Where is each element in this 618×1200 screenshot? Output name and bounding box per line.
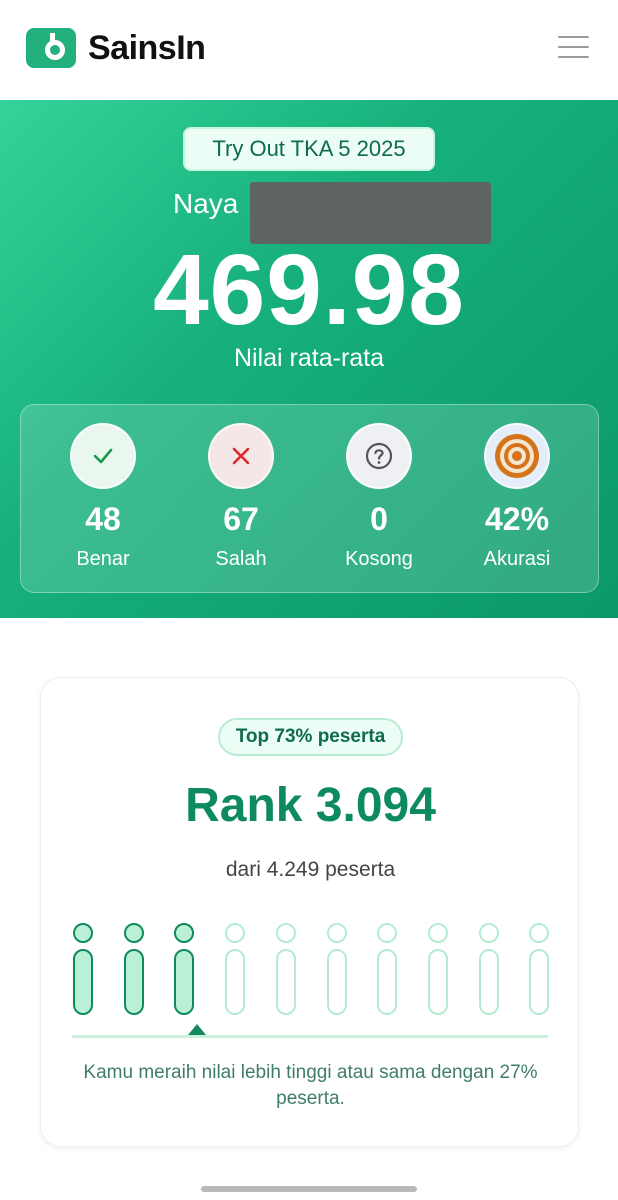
- person-icon: [224, 923, 246, 1015]
- person-icon: [427, 923, 449, 1015]
- percentile-pictogram: [41, 923, 580, 1023]
- target-icon: [484, 423, 550, 489]
- stat-accuracy: 42% Akurasi: [447, 405, 587, 571]
- answer-stats-card: 48 Benar 67 Salah 0 Kosong 42% Akurasi: [20, 404, 599, 593]
- stat-wrong: 67 Salah: [171, 405, 311, 571]
- percentile-caption: Kamu meraih nilai lebih tinggi atau sama…: [83, 1062, 538, 1109]
- question-icon: [346, 423, 412, 489]
- person-icon: [275, 923, 297, 1015]
- top-percent-badge: Top 73% peserta: [218, 718, 403, 756]
- stat-label: Salah: [215, 548, 267, 570]
- stat-correct: 48 Benar: [33, 405, 173, 571]
- rank-value: Rank 3.094: [185, 779, 436, 832]
- stat-empty: 0 Kosong: [309, 405, 449, 571]
- percentile-baseline: [72, 1035, 548, 1038]
- event-title: Try Out TKA 5 2025: [183, 127, 435, 171]
- check-icon: [70, 423, 136, 489]
- student-name: Naya: [173, 188, 239, 219]
- stat-label: Benar: [76, 548, 130, 570]
- menu-icon[interactable]: [558, 36, 589, 60]
- logo-icon: [26, 28, 76, 68]
- participant-count: dari 4.249 peserta: [225, 858, 396, 881]
- person-icon: [478, 923, 500, 1015]
- stat-value: 67: [223, 501, 259, 537]
- average-score: 469.98: [153, 234, 465, 346]
- x-icon: [208, 423, 274, 489]
- result-hero: Try Out TKA 5 2025 Naya 469.98 Nilai rat…: [0, 100, 618, 618]
- home-indicator: [201, 1186, 417, 1192]
- stat-value: 0: [370, 501, 388, 537]
- app-header: SainsIn: [0, 0, 618, 100]
- brand-name: SainsIn: [88, 28, 206, 67]
- brand-logo[interactable]: SainsIn: [26, 28, 206, 68]
- stat-value: 42%: [484, 501, 550, 537]
- person-icon: [528, 923, 550, 1015]
- person-icon: [123, 923, 145, 1015]
- person-icon: [376, 923, 398, 1015]
- person-icon: [173, 923, 195, 1015]
- stat-label: Akurasi: [483, 548, 551, 570]
- position-marker-icon: [188, 1024, 206, 1035]
- stat-value: 48: [85, 501, 121, 537]
- score-label: Nilai rata-rata: [233, 344, 385, 372]
- person-icon: [72, 923, 94, 1015]
- person-icon: [326, 923, 348, 1015]
- stat-label: Kosong: [345, 548, 413, 570]
- ranking-card: Top 73% peserta Rank 3.094 dari 4.249 pe…: [40, 677, 579, 1147]
